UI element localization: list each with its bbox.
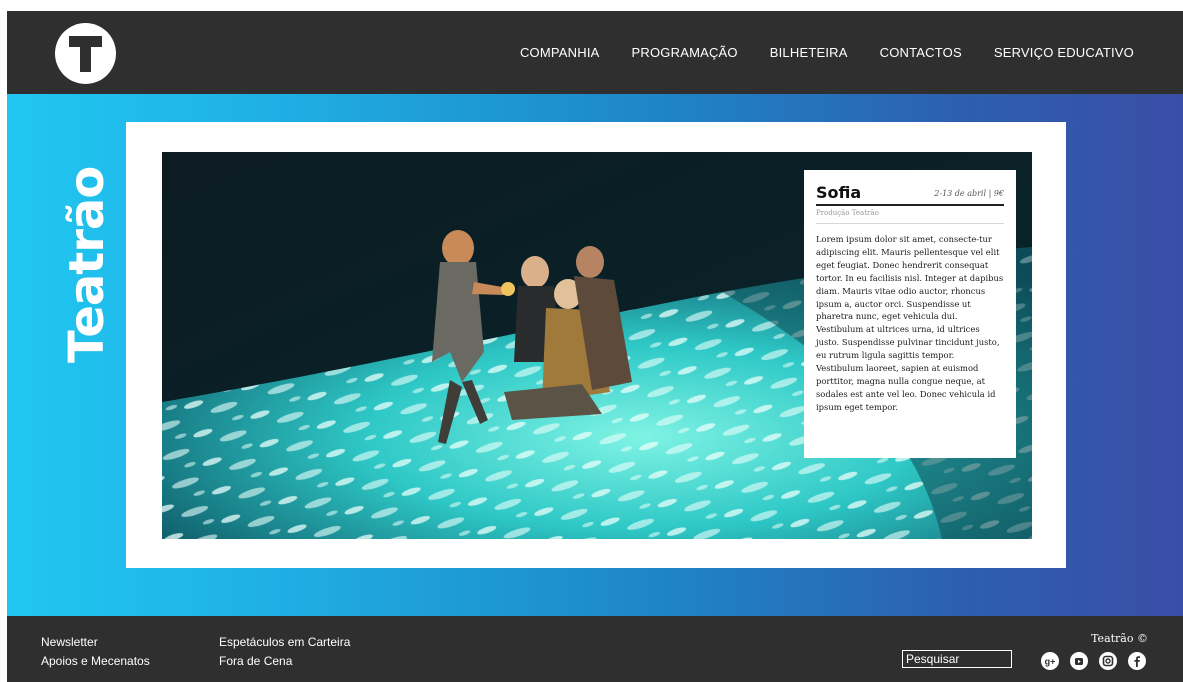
show-title: Sofia — [816, 183, 862, 202]
vertical-brand-title: Teatrão — [59, 166, 115, 363]
footer-link-espetaculos-carteira[interactable]: Espetáculos em Carteira — [219, 635, 350, 649]
nav-programacao[interactable]: PROGRAMAÇÃO — [632, 45, 738, 60]
nav-servico-educativo[interactable]: SERVIÇO EDUCATIVO — [994, 45, 1134, 60]
footer-link-apoios-mecenatos[interactable]: Apoios e Mecenatos — [41, 654, 150, 668]
site-footer: Newsletter Apoios e Mecenatos Espetáculo… — [7, 616, 1183, 682]
nav-contactos[interactable]: CONTACTOS — [880, 45, 962, 60]
search-input[interactable] — [902, 650, 1012, 668]
show-producer: Produção Teatrão — [816, 209, 1004, 224]
show-info-card: Sofia 2-13 de abril | 9€ Produção Teatrã… — [804, 170, 1016, 458]
google-plus-icon[interactable]: g+ — [1041, 652, 1059, 670]
card-header: Sofia 2-13 de abril | 9€ — [816, 182, 1004, 206]
nav-companhia[interactable]: COMPANHIA — [520, 45, 600, 60]
nav-bilheteira[interactable]: BILHETEIRA — [770, 45, 848, 60]
hero-section: Teatrão Sofia 2-13 de abril | 9€ Produçã… — [7, 94, 1183, 616]
teatrao-logo[interactable] — [55, 23, 116, 84]
facebook-icon[interactable] — [1128, 652, 1146, 670]
main-nav: COMPANHIA PROGRAMAÇÃO BILHETEIRA CONTACT… — [520, 11, 1183, 94]
svg-text:g+: g+ — [1045, 657, 1056, 667]
instagram-icon[interactable] — [1099, 652, 1117, 670]
site-header: COMPANHIA PROGRAMAÇÃO BILHETEIRA CONTACT… — [7, 11, 1183, 94]
footer-link-newsletter[interactable]: Newsletter — [41, 635, 98, 649]
show-date-price: 2-13 de abril | 9€ — [934, 189, 1004, 198]
copyright-text: Teatrão © — [1091, 632, 1148, 645]
show-description: Lorem ipsum dolor sit amet, consecte-tur… — [816, 234, 1004, 412]
logo-letter-t-icon — [69, 36, 102, 72]
youtube-icon[interactable] — [1070, 652, 1088, 670]
footer-link-fora-de-cena[interactable]: Fora de Cena — [219, 654, 292, 668]
